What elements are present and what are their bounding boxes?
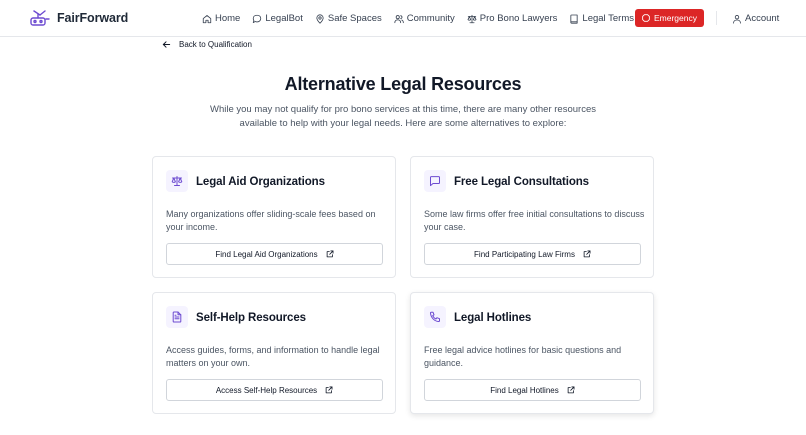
back-label: Back to Qualification xyxy=(179,40,252,49)
card-title: Legal Aid Organizations xyxy=(196,176,325,188)
brand-logo[interactable]: FairForward xyxy=(29,8,128,28)
nav-pro-bono-lawyers-label: Pro Bono Lawyers xyxy=(479,13,558,24)
brand-name: FairForward xyxy=(57,11,129,25)
nav-safe-spaces[interactable]: Safe Spaces xyxy=(315,13,382,24)
robot-logo-icon xyxy=(30,10,50,26)
card-description: Access guides, forms, and information to… xyxy=(166,345,380,368)
card-icon-box xyxy=(166,306,188,328)
nav-community-label: Community xyxy=(406,13,455,24)
card-description: Free legal advice hotlines for basic que… xyxy=(424,345,622,368)
card-title: Self-Help Resources xyxy=(196,312,306,324)
card-icon-box xyxy=(424,306,446,328)
card-button-label: Find Legal Aid Organizations xyxy=(215,249,318,259)
file-text-icon xyxy=(172,311,182,323)
emergency-button[interactable]: Emergency xyxy=(635,9,704,27)
page-subtitle: While you may not qualify for pro bono s… xyxy=(210,104,596,129)
nav-legal-terms-label: Legal Terms xyxy=(582,13,634,24)
nav-home-label: Home xyxy=(215,13,241,24)
find-legal-hotlines-button[interactable]: Find Legal Hotlines xyxy=(424,379,641,401)
card-button-label: Find Legal Hotlines xyxy=(490,385,559,395)
top-navbar: FairForward Home LegalBot Safe Spaces Co… xyxy=(0,0,806,37)
nav-legal-terms[interactable]: Legal Terms xyxy=(569,13,634,24)
card-legal-aid-organizations: Legal Aid Organizations Many organizatio… xyxy=(152,156,396,278)
account-button[interactable]: Account xyxy=(732,0,779,37)
nav-home[interactable]: Home xyxy=(202,13,240,24)
card-self-help-resources: Self-Help Resources Access guides, forms… xyxy=(152,292,396,414)
card-description: Many organizations offer sliding-scale f… xyxy=(166,209,376,232)
header-divider xyxy=(716,11,717,25)
card-legal-hotlines: Legal Hotlines Free legal advice hotline… xyxy=(410,292,654,414)
account-label: Account xyxy=(745,13,780,24)
external-link-icon xyxy=(325,386,333,394)
card-button-label: Find Participating Law Firms xyxy=(474,249,575,259)
external-link-icon xyxy=(326,250,334,258)
users-icon xyxy=(394,14,404,23)
external-link-icon xyxy=(567,386,575,394)
card-icon-box xyxy=(424,170,446,192)
chat-icon xyxy=(253,14,262,23)
user-icon xyxy=(733,14,741,24)
card-icon-box xyxy=(166,170,188,192)
scale-icon xyxy=(171,176,183,186)
message-square-icon xyxy=(430,176,440,187)
home-icon xyxy=(202,14,212,23)
card-title: Legal Hotlines xyxy=(454,312,532,324)
nav-pro-bono-lawyers[interactable]: Pro Bono Lawyers xyxy=(467,13,558,24)
nav-legalbot[interactable]: LegalBot xyxy=(252,13,303,24)
arrow-left-icon xyxy=(162,41,171,48)
card-free-legal-consultations: Free Legal Consultations Some law firms … xyxy=(410,156,654,278)
shield-alert-icon xyxy=(642,14,650,22)
phone-icon xyxy=(430,311,440,322)
nav-safe-spaces-label: Safe Spaces xyxy=(327,13,382,24)
nav-community[interactable]: Community xyxy=(394,13,455,24)
external-link-icon xyxy=(583,250,591,258)
nav-legalbot-label: LegalBot xyxy=(265,13,303,24)
find-legal-aid-organizations-button[interactable]: Find Legal Aid Organizations xyxy=(166,243,383,265)
card-title: Free Legal Consultations xyxy=(454,176,589,188)
access-self-help-resources-button[interactable]: Access Self-Help Resources xyxy=(166,379,383,401)
scale-icon xyxy=(467,14,477,23)
back-to-qualification-link[interactable]: Back to Qualification xyxy=(162,40,252,49)
emergency-label: Emergency xyxy=(654,13,697,23)
find-participating-law-firms-button[interactable]: Find Participating Law Firms xyxy=(424,243,641,265)
page-title: Alternative Legal Resources xyxy=(284,74,522,94)
book-icon xyxy=(570,14,578,24)
main-nav: Home LegalBot Safe Spaces Community Pro … xyxy=(202,0,646,37)
card-description: Some law firms offer free initial consul… xyxy=(424,209,645,232)
card-button-label: Access Self-Help Resources xyxy=(215,385,318,395)
map-pin-icon xyxy=(316,13,324,24)
